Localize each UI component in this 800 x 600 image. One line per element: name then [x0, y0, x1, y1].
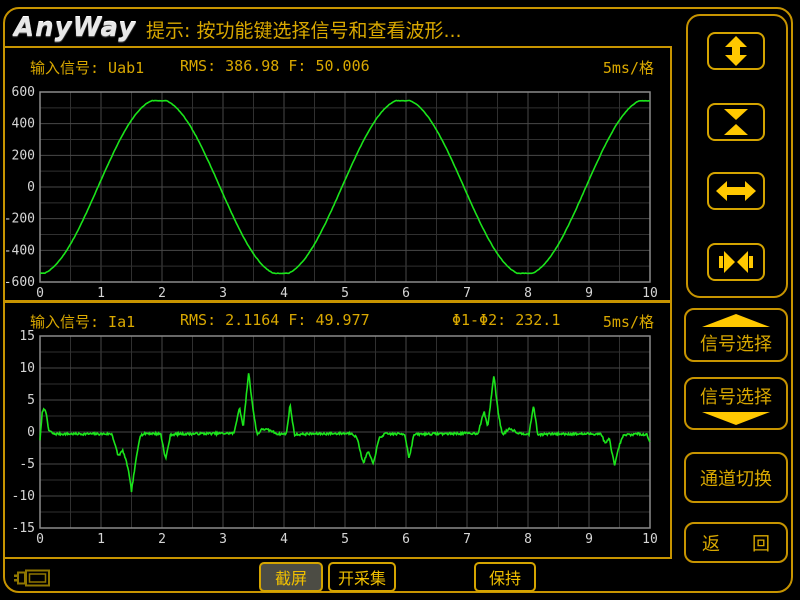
svg-text:2: 2 [158, 286, 166, 300]
battery-icon [14, 567, 52, 589]
chart-divider [3, 300, 672, 303]
svg-text:10: 10 [19, 361, 35, 376]
svg-text:1: 1 [97, 532, 105, 546]
svg-text:0: 0 [27, 180, 35, 195]
bottombar-divider [3, 557, 672, 559]
hold-label: 保持 [489, 565, 521, 589]
return-label-right: 回 [752, 530, 770, 556]
start-acquisition-label: 开采集 [338, 565, 386, 589]
start-acquisition-button[interactable]: 开采集 [328, 562, 396, 592]
svg-text:4: 4 [280, 532, 288, 546]
anyway-logo: AnyWay [14, 13, 136, 43]
svg-text:6: 6 [402, 286, 410, 300]
svg-text:0: 0 [36, 532, 44, 546]
compress-horizontal-icon [716, 247, 756, 277]
signal-select-up-label: 信号选择 [700, 330, 772, 356]
svg-text:7: 7 [463, 286, 471, 300]
svg-text:-600: -600 [4, 275, 35, 290]
svg-text:9: 9 [585, 286, 593, 300]
signal-select-down-label: 信号选择 [700, 383, 772, 409]
top-timebase-label: 5ms/格 [603, 57, 654, 78]
svg-text:-5: -5 [19, 457, 35, 472]
svg-text:-15: -15 [12, 521, 35, 536]
svg-text:0: 0 [36, 286, 44, 300]
svg-text:4: 4 [280, 286, 288, 300]
triangle-up-icon [700, 314, 772, 328]
bottom-timebase-label: 5ms/格 [603, 311, 654, 332]
svg-text:7: 7 [463, 532, 471, 546]
svg-text:0: 0 [27, 425, 35, 440]
expand-horizontal-button[interactable] [707, 172, 765, 210]
svg-text:3: 3 [219, 532, 227, 546]
channel-switch-label: 通道切换 [700, 465, 772, 491]
title-hint: 提示: 按功能键选择信号和查看波形... [146, 16, 462, 43]
svg-text:15: 15 [19, 330, 35, 344]
current-waveform-chart: 151050-5-10-15012345678910 [0, 330, 668, 546]
expand-horizontal-icon [716, 176, 756, 206]
compress-vertical-icon [716, 107, 756, 137]
bottom-phase-label: Φ1-Φ2: 232.1 [452, 311, 560, 329]
compress-vertical-button[interactable] [707, 103, 765, 141]
svg-text:10: 10 [642, 286, 658, 300]
expand-vertical-button[interactable] [707, 32, 765, 70]
svg-text:2: 2 [158, 532, 166, 546]
svg-text:600: 600 [12, 85, 35, 100]
expand-vertical-icon [716, 36, 756, 66]
svg-text:5: 5 [27, 393, 35, 408]
sidebar-divider [670, 46, 672, 559]
bottom-readout-label: RMS: 2.1164 F: 49.977 [180, 311, 370, 329]
svg-text:5: 5 [341, 286, 349, 300]
triangle-down-icon [700, 411, 772, 425]
top-chart-header: 输入信号: Uab1 RMS: 386.98 F: 50.006 5ms/格 [0, 57, 668, 81]
screenshot-button[interactable]: 截屏 [259, 562, 323, 592]
svg-text:1: 1 [97, 286, 105, 300]
hold-button[interactable]: 保持 [474, 562, 536, 592]
return-label-left: 返 [702, 530, 720, 556]
return-button[interactable]: 返 回 [684, 522, 788, 563]
svg-text:8: 8 [524, 532, 532, 546]
svg-text:200: 200 [12, 148, 35, 163]
compress-horizontal-button[interactable] [707, 243, 765, 281]
svg-text:-400: -400 [4, 243, 35, 258]
signal-select-up-button[interactable]: 信号选择 [684, 308, 788, 362]
svg-text:6: 6 [402, 532, 410, 546]
channel-switch-button[interactable]: 通道切换 [684, 452, 788, 503]
svg-text:-200: -200 [4, 212, 35, 227]
title-divider [3, 46, 672, 48]
svg-text:10: 10 [642, 532, 658, 546]
svg-text:3: 3 [219, 286, 227, 300]
svg-text:9: 9 [585, 532, 593, 546]
svg-text:5: 5 [341, 532, 349, 546]
bottom-signal-label: 输入信号: Ia1 [30, 311, 135, 332]
top-signal-label: 输入信号: Uab1 [30, 57, 144, 78]
analyzer-screen: AnyWay 提示: 按功能键选择信号和查看波形... 输入信号: Uab1 R… [0, 0, 800, 600]
signal-select-down-button[interactable]: 信号选择 [684, 377, 788, 430]
screenshot-label: 截屏 [275, 565, 307, 589]
svg-text:400: 400 [12, 117, 35, 132]
voltage-waveform-chart: 6004002000-200-400-600012345678910 [0, 84, 668, 300]
svg-text:-10: -10 [12, 489, 35, 504]
svg-text:8: 8 [524, 286, 532, 300]
top-readout-label: RMS: 386.98 F: 50.006 [180, 57, 370, 75]
